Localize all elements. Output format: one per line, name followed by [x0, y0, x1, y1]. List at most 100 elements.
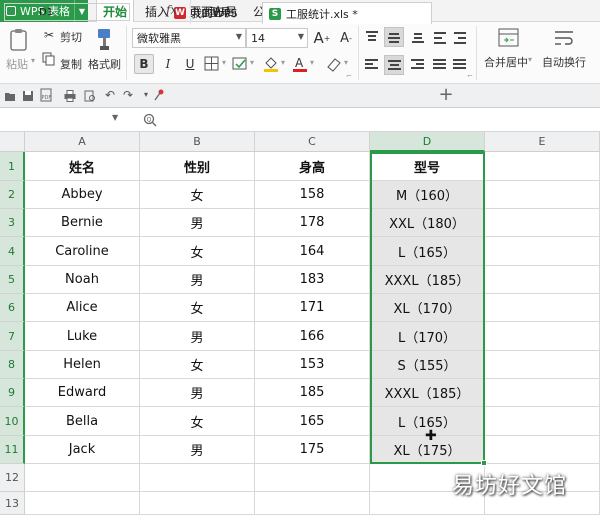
gender-cell[interactable]: 女: [140, 181, 255, 209]
size-cell[interactable]: XXXL（185）: [370, 266, 485, 294]
header-cell-name[interactable]: 姓名: [25, 152, 140, 181]
align-top-icon[interactable]: [364, 30, 380, 44]
column-header-c[interactable]: C: [255, 132, 370, 152]
gender-cell[interactable]: 男: [140, 322, 255, 351]
column-header-b[interactable]: B: [140, 132, 255, 152]
chevron-down-icon[interactable]: ▾: [222, 58, 226, 67]
name-cell[interactable]: Caroline: [25, 237, 140, 266]
increase-font-icon[interactable]: A +: [313, 29, 331, 47]
empty-cell[interactable]: [485, 152, 600, 181]
zoom-search-icon[interactable]: Q: [143, 113, 157, 127]
row-header[interactable]: 12: [0, 464, 25, 492]
chevron-down-icon[interactable]: ▾: [281, 58, 285, 67]
pin-icon[interactable]: [153, 88, 165, 102]
chevron-down-icon[interactable]: ▾: [140, 89, 152, 101]
gender-cell[interactable]: 女: [140, 351, 255, 379]
row-header[interactable]: 5: [0, 266, 25, 294]
size-cell[interactable]: XXXL（185）: [370, 379, 485, 407]
size-cell[interactable]: XL（170）: [370, 294, 485, 322]
indent-icon[interactable]: [452, 30, 468, 44]
select-all-corner[interactable]: [0, 132, 25, 152]
height-cell[interactable]: 175: [255, 436, 370, 464]
text-direction-icon[interactable]: [432, 30, 448, 44]
new-tab-plus-icon[interactable]: +: [438, 86, 454, 104]
empty-cell[interactable]: [485, 209, 600, 237]
justify-icon[interactable]: [432, 58, 448, 72]
decrease-font-icon[interactable]: A-: [337, 29, 355, 47]
header-cell-gender[interactable]: 性别: [140, 152, 255, 181]
name-cell[interactable]: Edward: [25, 379, 140, 407]
gender-cell[interactable]: 男: [140, 379, 255, 407]
size-cell[interactable]: M（160）: [370, 181, 485, 209]
empty-cell[interactable]: [485, 237, 600, 266]
align-left-icon[interactable]: [364, 58, 380, 72]
column-header-e[interactable]: E: [485, 132, 600, 152]
insert-function-icon[interactable]: fx: [166, 3, 177, 17]
height-cell[interactable]: 164: [255, 237, 370, 266]
empty-cell[interactable]: [485, 266, 600, 294]
row-header[interactable]: 2: [0, 181, 25, 209]
save-icon[interactable]: [22, 90, 34, 102]
font-color-icon[interactable]: A: [292, 55, 308, 73]
bold-button[interactable]: B: [134, 54, 154, 74]
cut-button[interactable]: 剪切: [60, 29, 82, 45]
row-header[interactable]: 10: [0, 407, 25, 436]
redo-icon[interactable]: ↷: [122, 89, 134, 101]
format-painter-icon[interactable]: [93, 28, 115, 52]
size-cell[interactable]: XXL（180）: [370, 209, 485, 237]
row-header[interactable]: 4: [0, 237, 25, 266]
scissors-icon[interactable]: ✂: [42, 28, 56, 42]
font-size-select[interactable]: 14 ▼: [246, 28, 308, 48]
height-cell[interactable]: 185: [255, 379, 370, 407]
row-header[interactable]: 7: [0, 322, 25, 351]
align-bottom-icon[interactable]: [410, 30, 426, 44]
align-dialog-launcher-icon[interactable]: ⌐: [467, 72, 473, 80]
font-dialog-launcher-icon[interactable]: ⌐: [346, 72, 352, 80]
gender-cell[interactable]: 女: [140, 237, 255, 266]
border-icon[interactable]: [204, 56, 220, 72]
row-header[interactable]: 11: [0, 436, 25, 464]
paste-button[interactable]: [8, 28, 30, 52]
wrap-text-button[interactable]: 自动换行: [542, 54, 586, 70]
name-cell[interactable]: Luke: [25, 322, 140, 351]
name-cell[interactable]: Abbey: [25, 181, 140, 209]
height-cell[interactable]: 183: [255, 266, 370, 294]
gender-cell[interactable]: 男: [140, 266, 255, 294]
chevron-down-icon[interactable]: ▼: [112, 113, 118, 122]
copy-button[interactable]: 复制: [60, 56, 82, 72]
chevron-down-icon[interactable]: ▾: [344, 58, 348, 67]
wrap-text-icon[interactable]: [553, 28, 575, 48]
chevron-down-icon[interactable]: ▾: [250, 58, 254, 67]
empty-cell[interactable]: [485, 407, 600, 436]
format-painter-button[interactable]: 格式刷: [88, 56, 121, 72]
gender-cell[interactable]: 女: [140, 407, 255, 436]
chevron-down-icon[interactable]: ▾: [310, 58, 314, 67]
empty-cell[interactable]: [255, 492, 370, 515]
align-right-icon[interactable]: [410, 58, 426, 72]
height-cell[interactable]: 171: [255, 294, 370, 322]
column-header-a[interactable]: A: [25, 132, 140, 152]
gender-cell[interactable]: 女: [140, 294, 255, 322]
row-header[interactable]: 9: [0, 379, 25, 407]
header-cell-size[interactable]: 型号: [370, 152, 485, 181]
empty-cell[interactable]: [25, 464, 140, 492]
name-cell[interactable]: Alice: [25, 294, 140, 322]
row-header[interactable]: 6: [0, 294, 25, 322]
merge-center-button[interactable]: 合并居中: [484, 54, 528, 70]
font-name-select[interactable]: 微软雅黑 ▼: [132, 28, 246, 48]
gender-cell[interactable]: 男: [140, 209, 255, 237]
italic-button[interactable]: I: [158, 54, 178, 74]
empty-cell[interactable]: [485, 181, 600, 209]
copy-icon[interactable]: [42, 52, 56, 66]
name-cell[interactable]: Noah: [25, 266, 140, 294]
underline-button[interactable]: U: [180, 54, 200, 74]
empty-cell[interactable]: [255, 464, 370, 492]
export-pdf-icon[interactable]: PDF: [40, 88, 52, 102]
empty-cell[interactable]: [485, 436, 600, 464]
print-preview-icon[interactable]: [84, 90, 96, 102]
size-cell[interactable]: L（165）: [370, 237, 485, 266]
align-middle-icon[interactable]: [384, 27, 404, 47]
row-header[interactable]: 13: [0, 492, 25, 515]
row-header[interactable]: 8: [0, 351, 25, 379]
fill-color-icon[interactable]: [263, 55, 279, 73]
